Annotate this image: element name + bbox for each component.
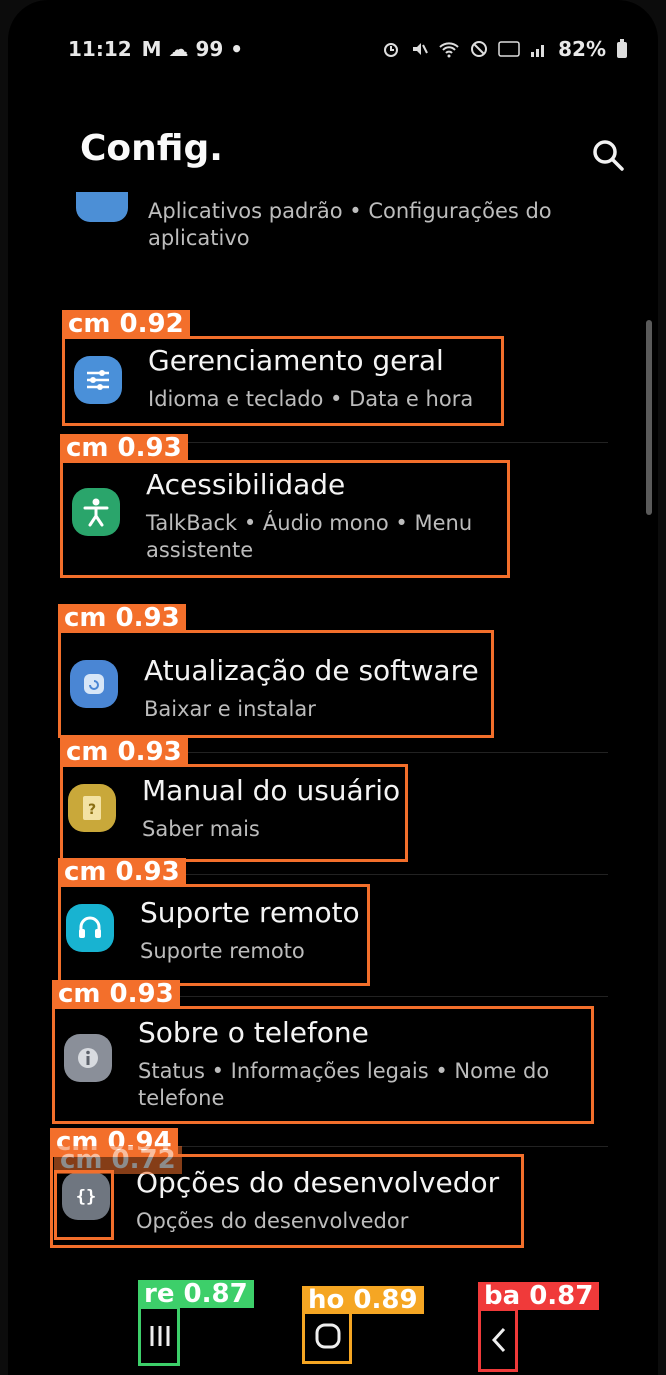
item-title: Suporte remoto — [140, 896, 360, 929]
divider — [148, 996, 608, 997]
notification-icons: M ☁ 99 • — [141, 37, 244, 61]
detection-label: cm 0.92 — [62, 310, 190, 338]
volte-icon — [498, 41, 520, 57]
battery-icon — [617, 39, 627, 58]
alarm-icon — [384, 43, 399, 57]
search-button[interactable] — [588, 135, 628, 175]
detection-label: cm 0.93 — [58, 604, 186, 632]
item-title: Acessibilidade — [146, 468, 346, 501]
do-not-disturb-icon — [471, 41, 488, 57]
detection-label: cm 0.72 — [54, 1146, 182, 1174]
settings-item-about-phone[interactable]: Sobre o telefone Status • Informações le… — [8, 1010, 658, 1122]
item-subtitle: Status • Informações legais • Nome do te… — [138, 1059, 550, 1110]
item-title: Sobre o telefone — [138, 1016, 369, 1049]
battery-percent: 82% — [558, 37, 606, 61]
sliders-icon — [74, 356, 122, 404]
item-title: Gerenciamento geral — [148, 344, 444, 377]
item-subtitle: TalkBack • Áudio mono • Menu assistente — [146, 511, 473, 562]
detection-label: ba 0.87 — [478, 1282, 600, 1310]
status-bar: 11:12 M ☁ 99 • 82% — [68, 34, 628, 64]
settings-item-general-management[interactable]: Gerenciamento geral Idioma e teclado • D… — [8, 340, 658, 430]
detection-label: cm 0.93 — [52, 980, 180, 1008]
manual-icon: ? — [68, 784, 116, 832]
apps-item-subtitle[interactable]: Aplicativos padrão • Configurações do ap… — [148, 198, 588, 252]
detection-label: re 0.87 — [138, 1280, 254, 1308]
page-title: Config. — [80, 128, 223, 169]
detection-label: cm 0.93 — [58, 858, 186, 886]
divider — [148, 874, 608, 875]
back-icon[interactable] — [482, 1312, 516, 1368]
recents-icon[interactable] — [142, 1312, 178, 1360]
mute-icon — [413, 43, 429, 55]
info-icon — [64, 1034, 112, 1082]
item-subtitle: Saber mais — [142, 817, 260, 841]
home-icon[interactable] — [306, 1312, 350, 1360]
accessibility-icon — [72, 488, 120, 536]
detection-label: cm 0.93 — [60, 738, 188, 766]
search-icon — [593, 140, 624, 171]
settings-item-user-manual[interactable]: ? Manual do usuário Saber mais — [8, 768, 658, 858]
apps-icon — [76, 192, 128, 222]
developer-options-icon: {} — [62, 1172, 110, 1220]
item-title: Manual do usuário — [142, 774, 401, 807]
svg-text:{}: {} — [76, 1187, 96, 1207]
svg-text:?: ? — [88, 802, 96, 818]
item-title: Opções do desenvolvedor — [136, 1166, 500, 1199]
detection-label: cm 0.93 — [60, 434, 188, 462]
divider — [148, 1146, 608, 1147]
settings-item-accessibility[interactable]: Acessibilidade TalkBack • Áudio mono • M… — [8, 464, 658, 574]
item-subtitle: Suporte remoto — [140, 939, 305, 963]
wifi-icon — [439, 42, 459, 58]
settings-item-software-update[interactable]: Atualização de software Baixar e instala… — [8, 634, 658, 734]
software-update-icon — [70, 660, 118, 708]
settings-item-remote-support[interactable]: Suporte remoto Suporte remoto — [8, 888, 658, 984]
divider — [148, 752, 608, 753]
clock: 11:12 — [68, 37, 132, 61]
detection-label: ho 0.89 — [302, 1286, 424, 1314]
divider — [148, 442, 608, 443]
item-subtitle: Opções do desenvolvedor — [136, 1209, 409, 1233]
item-subtitle: Idioma e teclado • Data e hora — [148, 387, 474, 411]
item-title: Atualização de software — [144, 654, 479, 687]
signal-icon — [531, 45, 545, 57]
item-subtitle: Baixar e instalar — [144, 697, 316, 721]
headset-icon — [66, 904, 114, 952]
